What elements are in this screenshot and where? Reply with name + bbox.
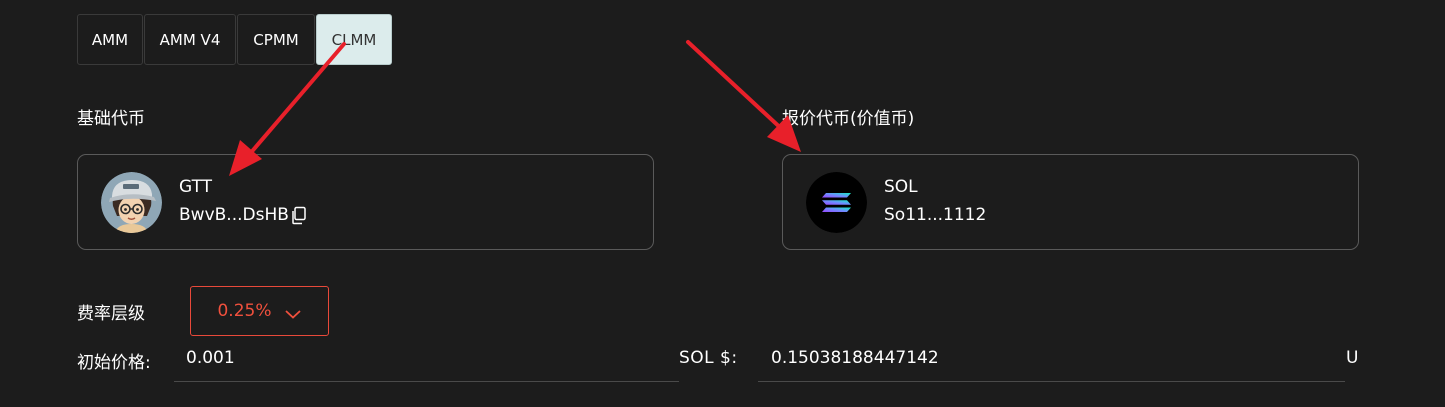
base-token-symbol: GTT [179, 177, 213, 197]
tab-amm-v4[interactable]: AMM V4 [144, 14, 236, 65]
base-token-label: 基础代币 [77, 109, 145, 129]
copy-icon[interactable] [290, 206, 307, 225]
tab-cpmm[interactable]: CPMM [237, 14, 315, 65]
fee-tier-label: 费率层级 [77, 304, 145, 324]
quote-token-address: So11...1112 [884, 205, 987, 225]
quote-token-address-row: So11...1112 [884, 205, 986, 225]
sol-price-input[interactable]: 0.15038188447142 [771, 348, 1331, 368]
base-token-address: BwvB...DsHB [179, 205, 289, 225]
quote-token-label: 报价代币(价值币) [782, 109, 915, 129]
solana-logo-icon [806, 172, 867, 233]
cartoon-avatar-icon [101, 172, 162, 233]
create-pool-page: AMM AMM V4 CPMM CLMM 基础代币 报价代币(价值币) GTT … [0, 0, 1445, 407]
initial-price-underline [174, 381, 679, 382]
quote-token-symbol: SOL [884, 177, 918, 197]
quote-token-selector[interactable]: SOL So11...1112 [782, 154, 1359, 250]
tab-clmm[interactable]: CLMM [316, 14, 392, 65]
initial-price-input[interactable]: 0.001 [186, 348, 666, 368]
fee-tier-value: 0.25% [217, 301, 272, 321]
chevron-down-icon [284, 305, 302, 319]
base-token-selector[interactable]: GTT BwvB...DsHB [77, 154, 654, 250]
fee-tier-dropdown[interactable]: 0.25% [190, 286, 329, 336]
initial-price-label: 初始价格: [77, 353, 151, 373]
base-token-address-row: BwvB...DsHB [179, 205, 307, 225]
sol-price-label: SOL $: [679, 348, 738, 368]
pool-type-tabs: AMM AMM V4 CPMM CLMM [77, 14, 393, 65]
sol-price-unit: U [1346, 348, 1359, 368]
sol-price-underline [758, 381, 1345, 382]
tab-amm[interactable]: AMM [77, 14, 143, 65]
arrow-to-quote-token [686, 40, 801, 152]
